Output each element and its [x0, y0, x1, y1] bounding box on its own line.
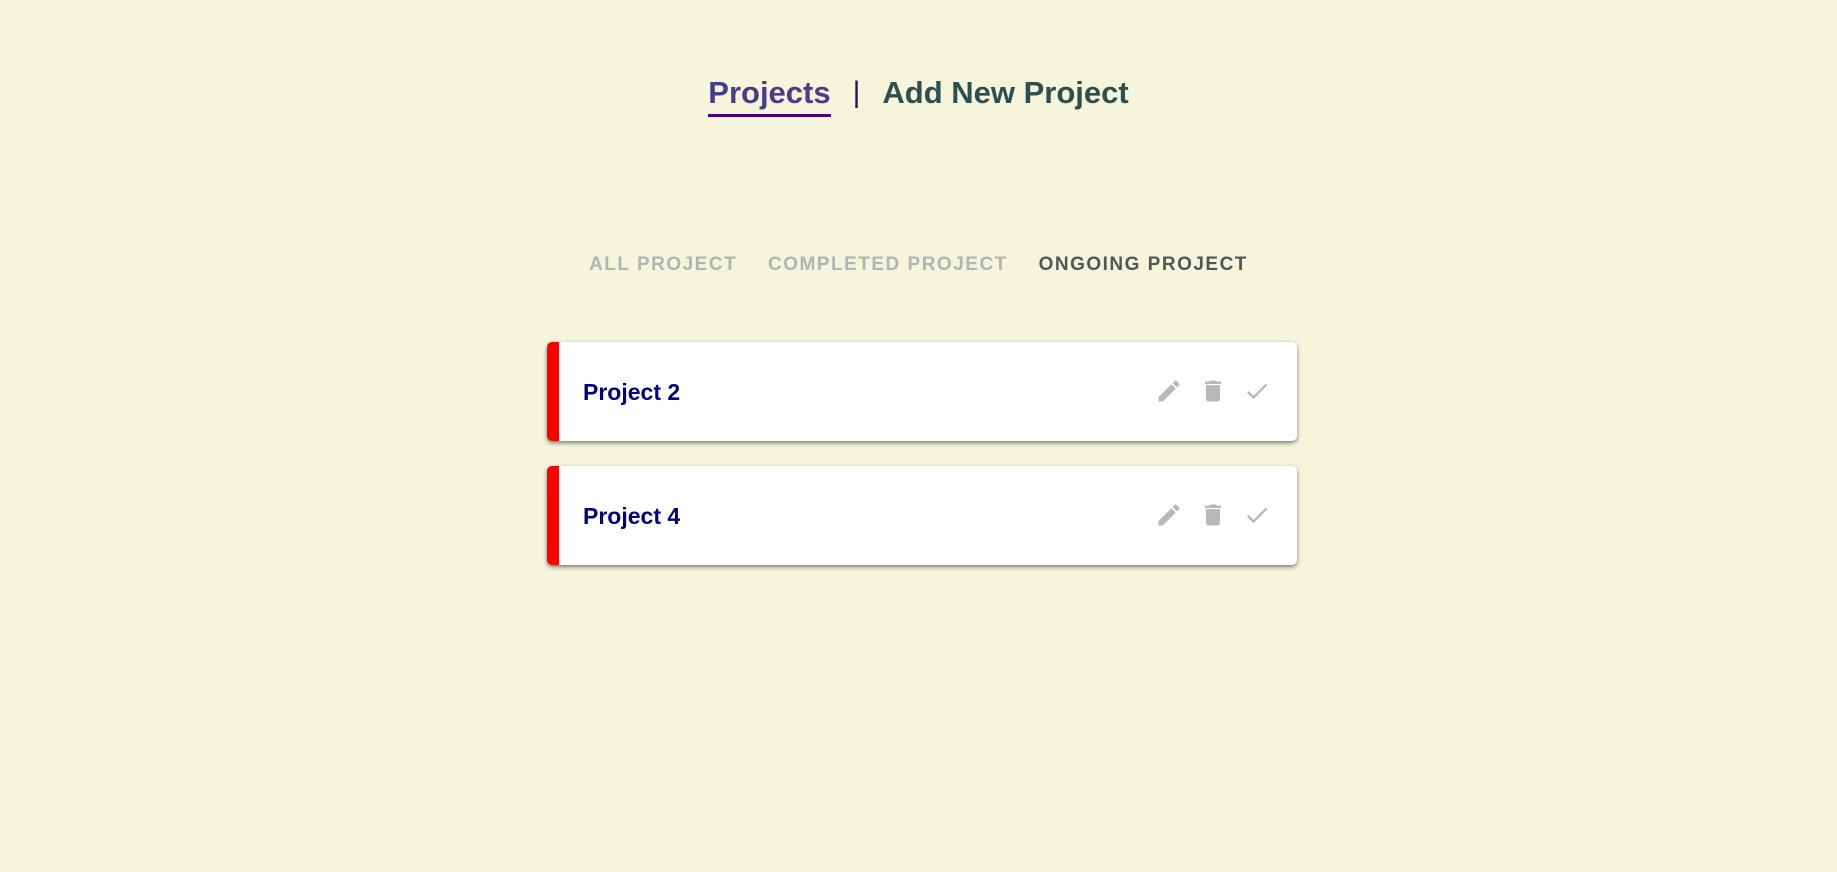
project-actions — [1139, 377, 1271, 405]
project-card[interactable]: Project 2 — [547, 342, 1297, 441]
filter-all-projects[interactable]: ALL PROJECT — [589, 254, 737, 276]
project-list: Project 2 Project 4 — [547, 342, 1297, 590]
delete-icon[interactable] — [1199, 501, 1227, 529]
project-title: Project 4 — [583, 503, 681, 529]
edit-icon[interactable] — [1155, 501, 1183, 529]
filter-completed-projects[interactable]: COMPLETED PROJECT — [768, 254, 1008, 276]
project-actions — [1139, 501, 1271, 529]
project-filter-tabs: ALL PROJECT COMPLETED PROJECT ONGOING PR… — [0, 254, 1837, 276]
top-navigation: Projects | Add New Project — [0, 74, 1837, 117]
projects-nav-link[interactable]: Projects — [708, 74, 831, 117]
add-new-project-nav-link[interactable]: Add New Project — [882, 74, 1128, 112]
project-title: Project 2 — [583, 379, 681, 405]
project-card[interactable]: Project 4 — [547, 466, 1297, 565]
filter-ongoing-projects[interactable]: ONGOING PROJECT — [1039, 254, 1248, 276]
check-icon[interactable] — [1243, 377, 1271, 405]
check-icon[interactable] — [1243, 501, 1271, 529]
edit-icon[interactable] — [1155, 377, 1183, 405]
nav-separator: | — [852, 76, 861, 109]
delete-icon[interactable] — [1199, 377, 1227, 405]
